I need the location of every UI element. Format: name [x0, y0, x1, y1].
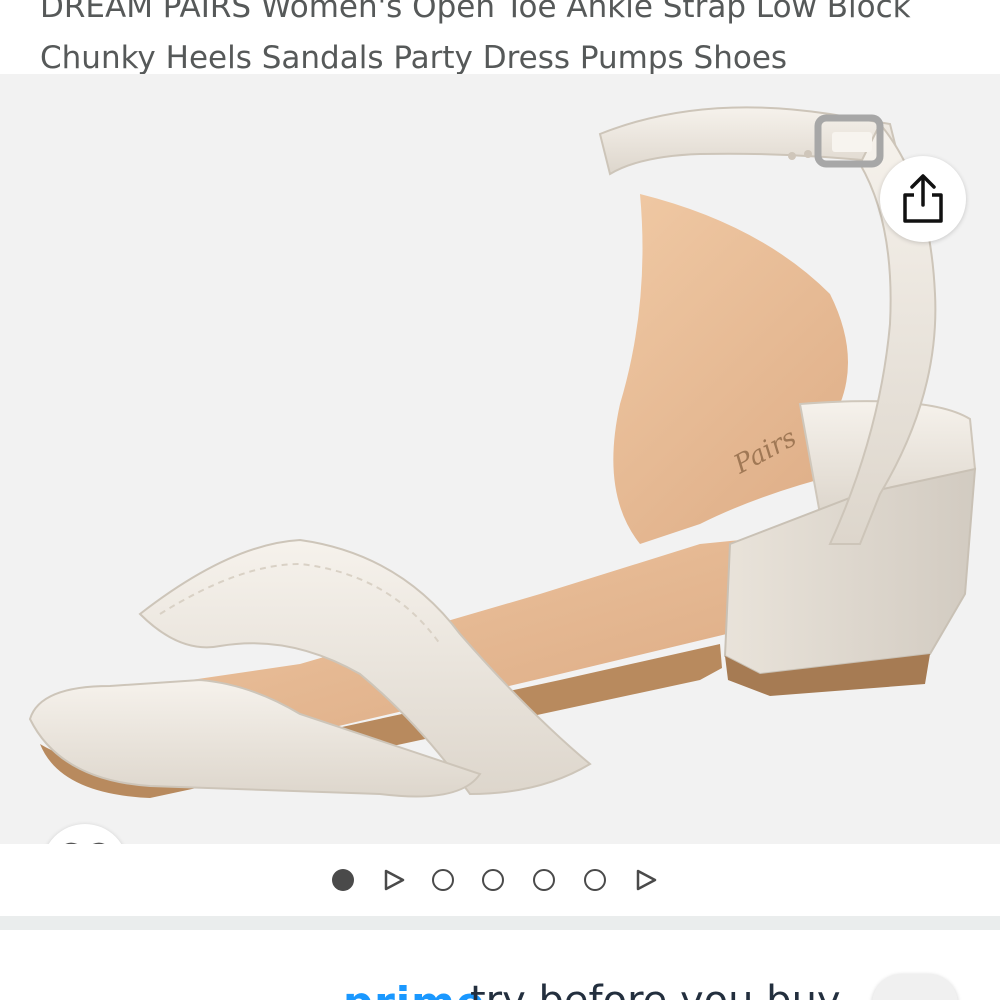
pagination-dot[interactable] — [482, 869, 504, 891]
product-title: DREAM PAIRS Women's Open Toe Ankle Strap… — [40, 0, 980, 84]
product-image[interactable]: Pairs — [0, 74, 1000, 844]
share-icon — [903, 174, 943, 223]
prime-tagline: try before you buy — [470, 978, 841, 1000]
pagination-dot[interactable] — [432, 869, 454, 891]
section-divider — [0, 916, 1000, 930]
share-button[interactable] — [880, 156, 966, 242]
prime-toggle[interactable] — [872, 974, 958, 1000]
product-title-line-1: DREAM PAIRS Women's Open Toe Ankle Strap… — [40, 0, 911, 25]
pagination-dot[interactable] — [533, 869, 555, 891]
prime-try-before-you-buy[interactable]: prime try before you buy — [0, 930, 1000, 1000]
gallery-pagination — [0, 844, 1000, 916]
prime-logo: prime — [343, 978, 485, 1000]
pagination-dot[interactable] — [584, 869, 606, 891]
pagination-dot-active[interactable] — [332, 869, 354, 891]
product-image-gallery[interactable]: Pairs — [0, 74, 1000, 844]
video-play-icon[interactable] — [382, 868, 406, 892]
video-play-icon[interactable] — [634, 868, 658, 892]
